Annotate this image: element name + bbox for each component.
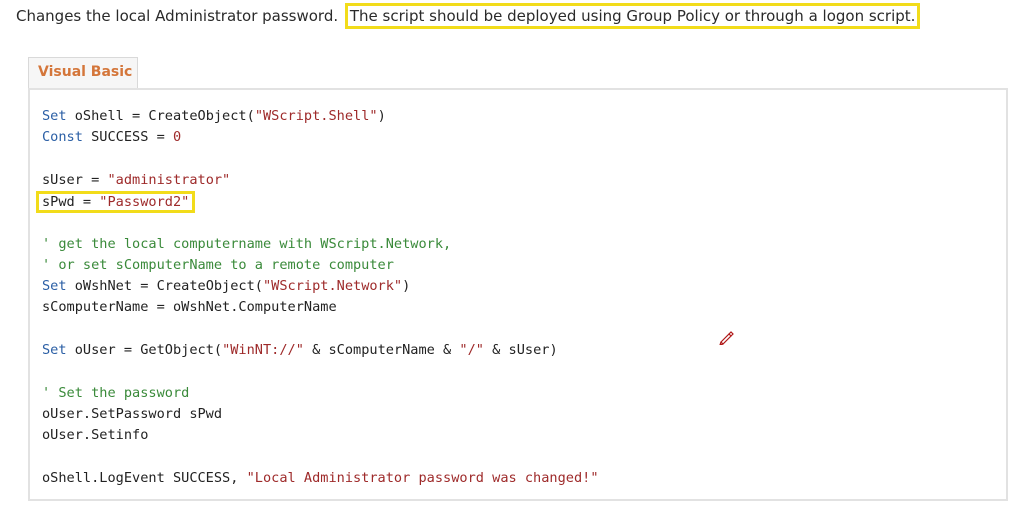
code-string: "Local Administrator password was change… (246, 470, 599, 486)
code-line: Set oWshNet = CreateObject("WScript.Netw… (42, 276, 599, 297)
code-string: "WScript.Shell" (254, 108, 378, 124)
code-text: & sComputerName & (303, 342, 460, 358)
code-line: oUser.SetPassword sPwd (42, 406, 223, 422)
code-block: Set oShell = CreateObject("WScript.Shell… (28, 88, 1008, 501)
code-line: Const SUCCESS = 0 (42, 127, 599, 148)
code-line: sUser = "administrator" (42, 170, 599, 191)
code-text: oUser = GetObject( (66, 342, 223, 358)
description-plain: Changes the local Administrator password… (16, 7, 343, 25)
code-comment: ' Set the password (42, 385, 190, 401)
code-line: Set oShell = CreateObject("WScript.Shell… (42, 106, 599, 127)
password-highlight: sPwd = "Password2" (36, 191, 196, 213)
code-text: & sUser) (483, 342, 558, 358)
code-string: "/" (459, 342, 484, 358)
code-text: oShell.LogEvent SUCCESS, (42, 470, 247, 486)
code-content: Set oShell = CreateObject("WScript.Shell… (36, 106, 599, 489)
code-comment: ' get the local computername with WScrip… (42, 236, 452, 252)
code-text: SUCCESS = (82, 129, 173, 145)
code-string: "Password2" (99, 194, 190, 210)
tab-label: Visual Basic (38, 64, 133, 80)
pen-cursor-icon (719, 331, 734, 345)
code-line: sComputerName = oWshNet.ComputerName (42, 299, 337, 315)
code-line: oUser.Setinfo (42, 427, 149, 443)
code-string: "WinNT://" (222, 342, 304, 358)
code-text: oWshNet = CreateObject( (66, 278, 263, 294)
description-highlighted: The script should be deployed using Grou… (344, 3, 921, 29)
code-string: "administrator" (107, 172, 231, 188)
code-keyword: Const (42, 129, 83, 145)
code-text: sUser = (42, 172, 108, 188)
code-line-highlighted: sPwd = "Password2" (36, 191, 599, 213)
code-text: sPwd = (42, 194, 100, 210)
code-keyword: Set (42, 278, 67, 294)
code-text: ) (402, 278, 411, 294)
tab-visual-basic[interactable]: Visual Basic (28, 57, 138, 89)
code-number: 0 (172, 129, 182, 145)
code-keyword: Set (42, 342, 67, 358)
code-text: ) (377, 108, 386, 124)
code-comment: ' or set sComputerName to a remote compu… (42, 257, 394, 273)
code-line: Set oUser = GetObject("WinNT://" & sComp… (42, 340, 599, 361)
code-line: oShell.LogEvent SUCCESS, "Local Administ… (42, 468, 599, 489)
description-text: Changes the local Administrator password… (16, 3, 921, 29)
code-string: "WScript.Network" (262, 278, 403, 294)
code-text: oShell = CreateObject( (66, 108, 255, 124)
code-keyword: Set (42, 108, 67, 124)
